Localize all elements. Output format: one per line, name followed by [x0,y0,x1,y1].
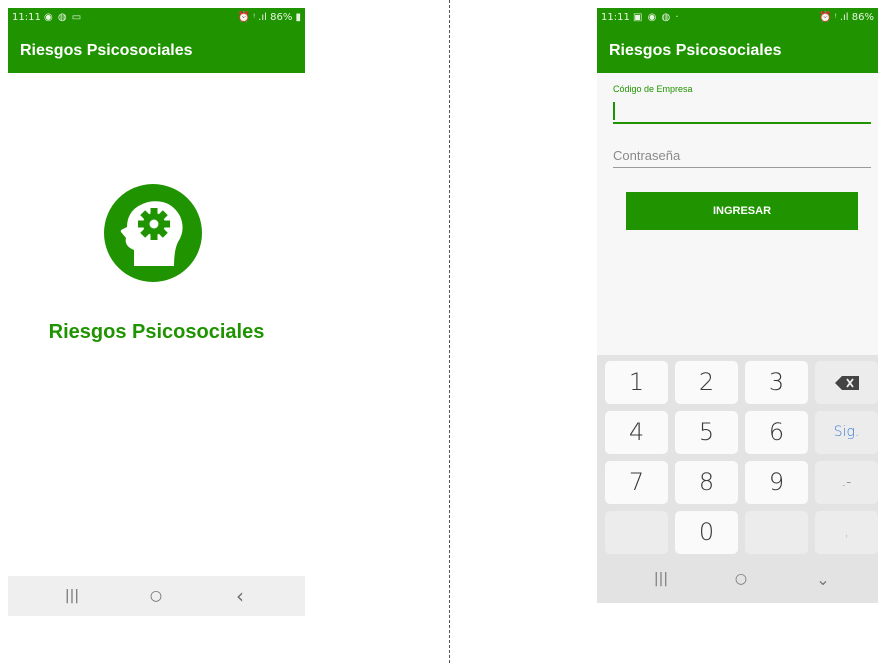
comma-key[interactable]: , [815,511,878,554]
key-8[interactable]: 8 [675,461,738,504]
backspace-icon [834,376,859,390]
splash-screen: 11:11 ◉ ◍ ▭ ⏰ ᵎ .ıl 86% ▮ Riesgos Psicos… [8,8,305,616]
keyboard-hide-button[interactable]: ⌄ [793,556,853,603]
company-code-input[interactable] [613,100,871,122]
app-bar: Riesgos Psicosociales [597,28,878,73]
text-cursor [613,102,615,120]
status-bar: 11:11 ▣ ◉ ◍ · ⏰ ᵎ .ıl 86% [597,8,878,28]
login-screen: 11:11 ▣ ◉ ◍ · ⏰ ᵎ .ıl 86% Riesgos Psicos… [597,8,878,603]
key-6[interactable]: 6 [745,411,808,454]
app-title: Riesgos Psicosociales [20,42,193,59]
login-button[interactable]: INGRESAR [626,192,858,230]
key-4[interactable]: 4 [605,411,668,454]
key-7[interactable]: 7 [605,461,668,504]
app-bar: Riesgos Psicosociales [8,28,305,73]
key-9[interactable]: 9 [745,461,808,504]
home-button[interactable]: ○ [711,556,771,603]
blank-key[interactable] [605,511,668,554]
login-form: Código de Empresa INGRESAR [597,73,878,355]
key-5[interactable]: 5 [675,411,738,454]
key-1[interactable]: 1 [605,361,668,404]
password-input[interactable] [613,143,871,167]
blank-key[interactable] [745,511,808,554]
key-0[interactable]: 0 [675,511,738,554]
back-button[interactable]: ‹ [210,576,270,616]
status-right-icons: ⏰ ᵎ .ıl 86% ▮ [237,12,301,23]
recent-apps-button[interactable]: ||| [631,556,691,603]
next-key[interactable]: Sig. [815,411,878,454]
app-title: Riesgos Psicosociales [609,42,782,59]
key-2[interactable]: 2 [675,361,738,404]
company-code-field[interactable] [613,100,871,124]
splash-title: Riesgos Psicosociales [48,321,265,343]
divider [449,0,450,663]
notification-icons: ◉ ◍ ▭ [44,12,83,23]
notification-icons: ▣ ◉ ◍ · [633,12,680,23]
system-nav-bar: ||| ○ ‹ [8,576,305,616]
head-with-gear-icon [104,184,202,282]
status-time: 11:11 [601,12,630,23]
key-3[interactable]: 3 [745,361,808,404]
recent-apps-button[interactable]: ||| [42,576,102,616]
home-button[interactable]: ○ [126,576,186,616]
numeric-keyboard: 1 2 3 4 5 6 Sig. 7 8 9 .- 0 , ||| ○ ⌄ [597,355,878,603]
system-nav-bar: ||| ○ ⌄ [597,556,878,603]
punctuation-key[interactable]: .- [815,461,878,504]
company-code-label: Código de Empresa [613,84,693,94]
status-time: 11:11 [12,12,41,23]
status-right-icons: ⏰ ᵎ .ıl 86% [819,12,874,23]
backspace-key[interactable] [815,361,878,404]
password-field[interactable] [613,143,871,168]
status-bar: 11:11 ◉ ◍ ▭ ⏰ ᵎ .ıl 86% ▮ [8,8,305,28]
